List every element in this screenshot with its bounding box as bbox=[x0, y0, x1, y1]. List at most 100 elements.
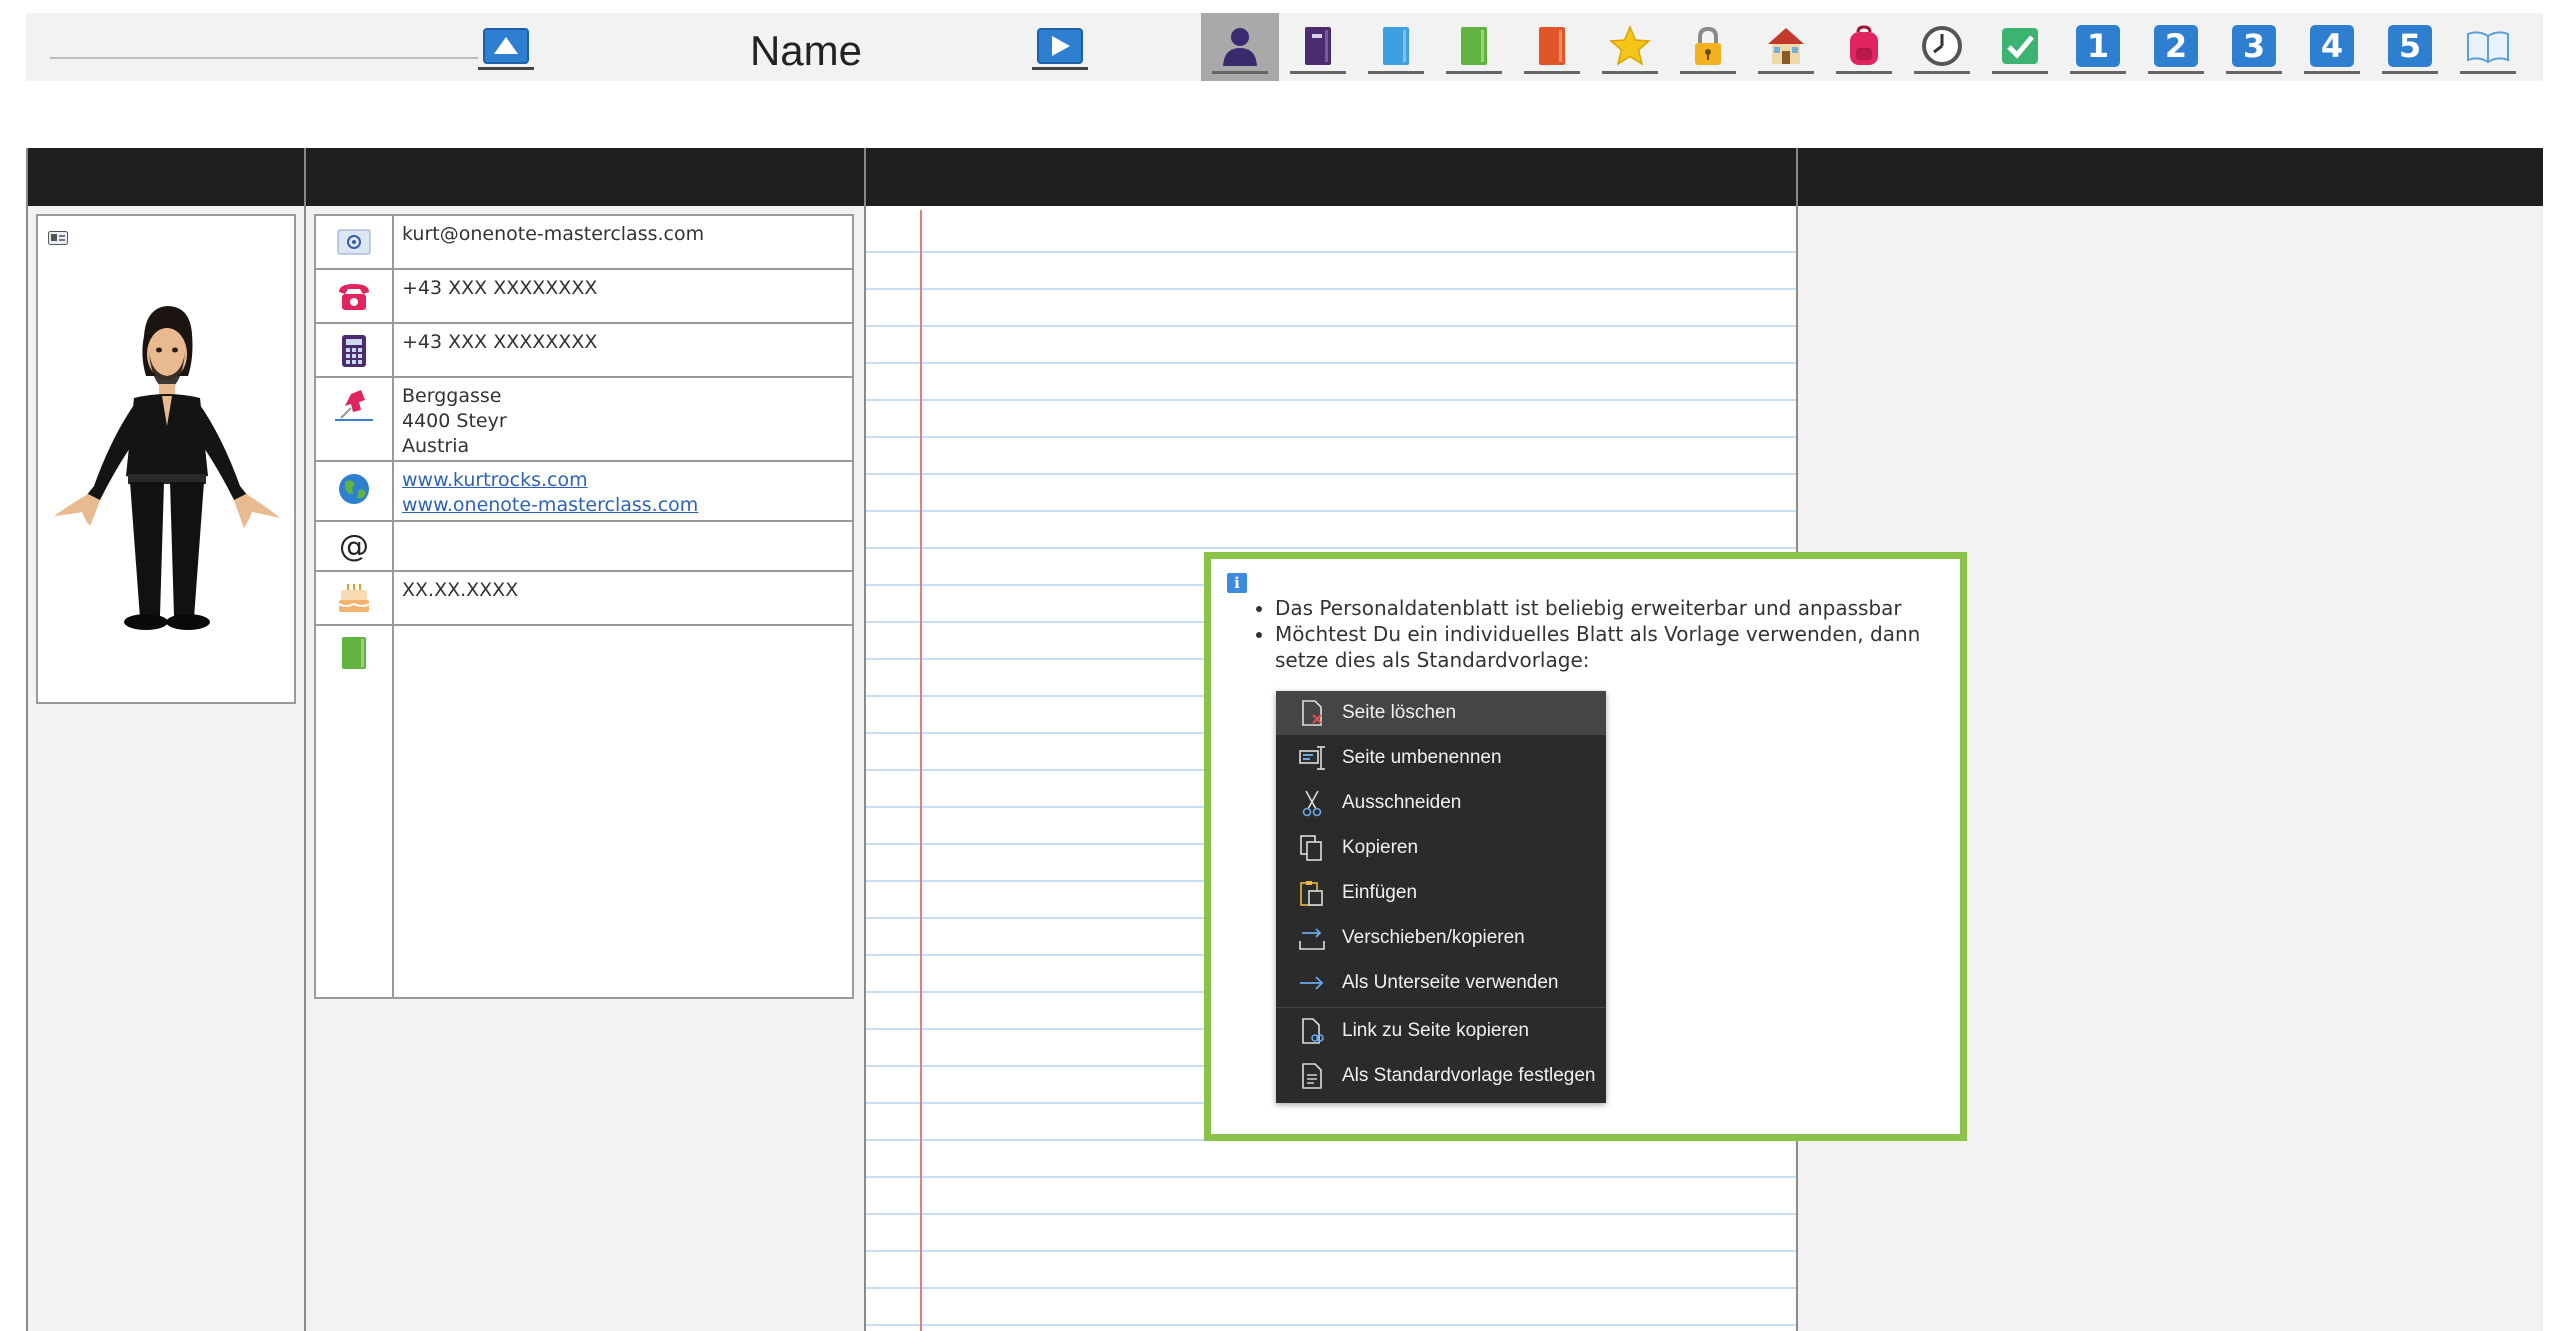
icon-cell bbox=[316, 626, 394, 997]
menu-item-label: Kopieren bbox=[1342, 837, 1419, 858]
table-row: kurt@onenote-masterclass.com bbox=[316, 216, 852, 270]
tab-person[interactable] bbox=[1201, 13, 1279, 81]
menu-item-label: Seite umbenennen bbox=[1342, 747, 1502, 768]
menu-item-label: Als Standardvorlage festlegen bbox=[1342, 1065, 1596, 1086]
table-row: www.kurtrocks.com www.onenote-masterclas… bbox=[316, 462, 852, 522]
address-city: 4400 Steyr bbox=[402, 410, 507, 432]
icon-cell bbox=[316, 572, 394, 624]
number-icon: 2 bbox=[2148, 20, 2204, 74]
number-label: 2 bbox=[2154, 24, 2198, 67]
menu-item-delete-page[interactable]: Seite löschen bbox=[1276, 691, 1606, 735]
tab-blue-notebook[interactable] bbox=[1357, 13, 1435, 81]
menu-item-label: Seite löschen bbox=[1342, 702, 1457, 723]
purple-notebook-icon bbox=[1290, 20, 1346, 74]
tab-number-1[interactable]: 1 bbox=[2059, 13, 2137, 81]
table-border bbox=[26, 148, 28, 1331]
menu-separator bbox=[1276, 1007, 1606, 1008]
prev-page-button[interactable] bbox=[478, 24, 534, 70]
tab-lock[interactable] bbox=[1669, 13, 1747, 81]
number-label: 4 bbox=[2310, 24, 2354, 67]
contact-table: kurt@onenote-masterclass.com +43 XXX XXX… bbox=[314, 214, 854, 999]
tab-number-3[interactable]: 3 bbox=[2215, 13, 2293, 81]
backpack-icon bbox=[1836, 20, 1892, 74]
notes-margin-line bbox=[920, 210, 922, 1331]
menu-item-cut[interactable]: Ausschneiden bbox=[1276, 781, 1606, 825]
rename-page-icon bbox=[1296, 743, 1328, 773]
menu-item-paste[interactable]: Einfügen bbox=[1276, 871, 1606, 915]
number-label: 5 bbox=[2388, 24, 2432, 67]
star-icon bbox=[1602, 20, 1658, 74]
menu-item-rename-page[interactable]: Seite umbenennen bbox=[1276, 736, 1606, 780]
calculator-icon bbox=[342, 335, 366, 367]
mobile-value[interactable]: +43 XXX XXXXXXXX bbox=[402, 330, 846, 355]
up-arrow-icon bbox=[483, 27, 529, 64]
icon-cell bbox=[316, 216, 394, 268]
tab-number-5[interactable]: 5 bbox=[2371, 13, 2449, 81]
menu-item-move-copy[interactable]: Verschieben/kopieren bbox=[1276, 916, 1606, 960]
menu-item-label: Ausschneiden bbox=[1342, 792, 1462, 813]
tab-number-2[interactable]: 2 bbox=[2137, 13, 2215, 81]
number-icon: 5 bbox=[2382, 20, 2438, 74]
move-copy-icon bbox=[1296, 923, 1328, 953]
green-notebook-icon bbox=[342, 637, 366, 669]
column-divider bbox=[304, 148, 306, 1331]
tab-star[interactable] bbox=[1591, 13, 1669, 81]
email-value[interactable]: kurt@onenote-masterclass.com bbox=[402, 222, 846, 247]
template-icon bbox=[1296, 1061, 1328, 1091]
email-icon bbox=[337, 229, 371, 255]
lock-icon bbox=[1680, 20, 1736, 74]
copy-icon bbox=[1296, 833, 1328, 863]
tab-green-notebook[interactable] bbox=[1435, 13, 1513, 81]
scissors-icon bbox=[1296, 788, 1328, 818]
icon-cell bbox=[316, 378, 394, 460]
menu-item-copy-page-link[interactable]: Link zu Seite kopieren bbox=[1276, 1009, 1606, 1053]
tab-purple-notebook[interactable] bbox=[1279, 13, 1357, 81]
tab-orange-notebook[interactable] bbox=[1513, 13, 1591, 81]
table-row: @ bbox=[316, 522, 852, 572]
open-book-icon bbox=[2460, 20, 2516, 74]
profile-photo-box[interactable] bbox=[36, 214, 296, 704]
tab-open-book[interactable] bbox=[2449, 13, 2527, 81]
page-navigation-bar: Name 1 2 3 4 5 bbox=[26, 13, 2543, 81]
number-label: 3 bbox=[2232, 24, 2276, 67]
search-underline bbox=[50, 57, 478, 59]
birthday-cake-icon bbox=[338, 584, 370, 612]
orange-notebook-icon bbox=[1524, 20, 1580, 74]
number-icon: 4 bbox=[2304, 20, 2360, 74]
avatar bbox=[54, 306, 280, 630]
menu-item-make-subpage[interactable]: Als Unterseite verwenden bbox=[1276, 961, 1606, 1005]
house-icon bbox=[1758, 20, 1814, 74]
tab-backpack[interactable] bbox=[1825, 13, 1903, 81]
table-row bbox=[316, 626, 852, 997]
blue-notebook-icon bbox=[1368, 20, 1424, 74]
menu-item-set-default-template[interactable]: Als Standardvorlage festlegen bbox=[1276, 1054, 1606, 1098]
tab-clock[interactable] bbox=[1903, 13, 1981, 81]
address-value[interactable]: Berggasse 4400 Steyr Austria bbox=[402, 384, 846, 459]
info-callout: i Das Personaldatenblatt ist beliebig er… bbox=[1204, 552, 1967, 1141]
icon-cell: @ bbox=[316, 522, 394, 570]
website-link-onenote-masterclass[interactable]: www.onenote-masterclass.com bbox=[402, 493, 846, 518]
website-link-kurtrocks[interactable]: www.kurtrocks.com bbox=[402, 468, 846, 493]
next-page-button[interactable] bbox=[1032, 24, 1088, 70]
phone-value[interactable]: +43 XXX XXXXXXXX bbox=[402, 276, 846, 301]
tab-house[interactable] bbox=[1747, 13, 1825, 81]
address-street: Berggasse bbox=[402, 385, 502, 407]
info-bullet-1: Das Personaldatenblatt ist beliebig erwe… bbox=[1275, 595, 1949, 621]
table-row: +43 XXX XXXXXXXX bbox=[316, 324, 852, 378]
clock-icon bbox=[1914, 20, 1970, 74]
website-links: www.kurtrocks.com www.onenote-masterclas… bbox=[402, 468, 846, 518]
tab-checkmark[interactable] bbox=[1981, 13, 2059, 81]
number-label: 1 bbox=[2076, 24, 2120, 67]
info-icon: i bbox=[1227, 573, 1247, 593]
context-menu: Seite löschen Seite umbenennen Ausschnei… bbox=[1276, 691, 1606, 1103]
paste-icon bbox=[1296, 878, 1328, 908]
number-icon: 3 bbox=[2226, 20, 2282, 74]
telephone-icon bbox=[339, 284, 369, 310]
menu-item-label: Als Unterseite verwenden bbox=[1342, 972, 1559, 993]
table-row: Berggasse 4400 Steyr Austria bbox=[316, 378, 852, 462]
birthday-value[interactable]: XX.XX.XXXX bbox=[402, 578, 846, 603]
tab-number-4[interactable]: 4 bbox=[2293, 13, 2371, 81]
menu-item-label: Verschieben/kopieren bbox=[1342, 927, 1525, 948]
menu-item-copy[interactable]: Kopieren bbox=[1276, 826, 1606, 870]
person-icon bbox=[1212, 20, 1268, 74]
